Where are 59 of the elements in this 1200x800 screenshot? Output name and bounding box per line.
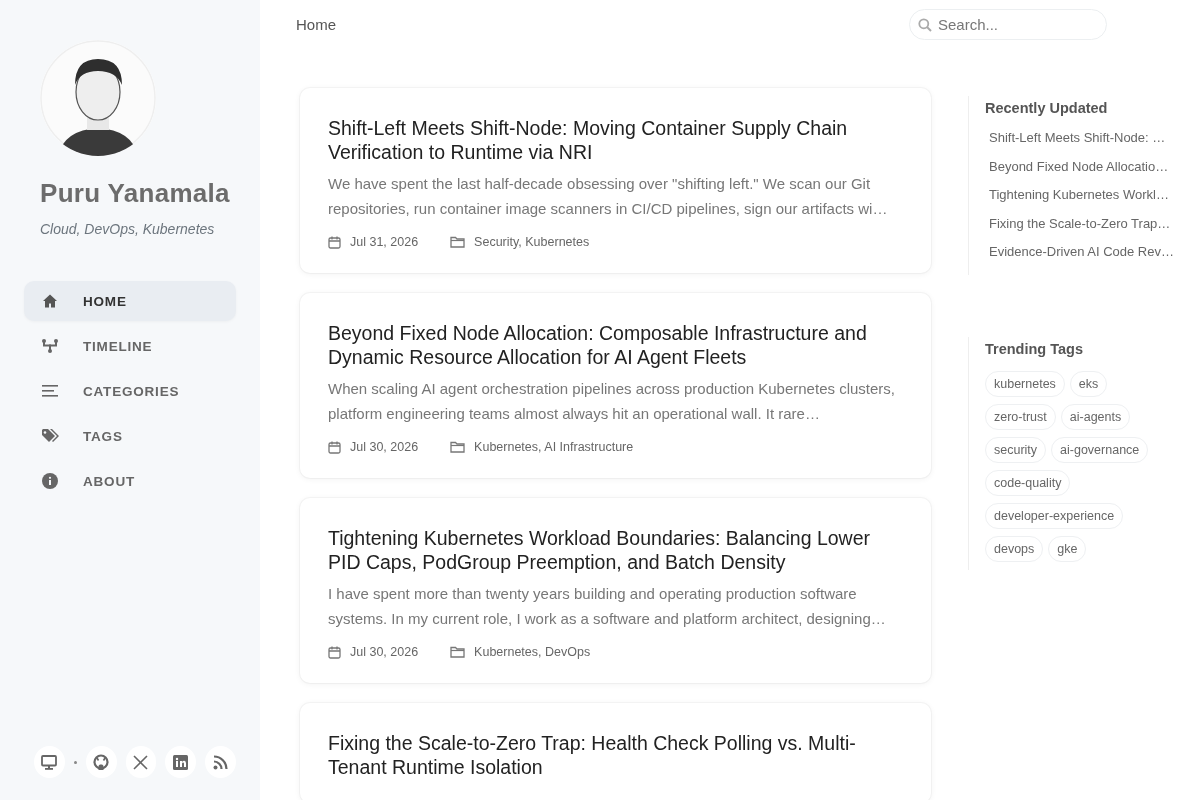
home-icon: [42, 293, 58, 309]
profile-logo-icon: [173, 754, 189, 770]
site-subtitle: Cloud, DevOps, Kubernetes: [40, 221, 215, 237]
post-date: Jul 30, 2026: [350, 645, 419, 659]
post-date: Jul 30, 2026: [350, 440, 419, 454]
monitor-icon: [41, 754, 58, 770]
tag-chip[interactable]: code-quality: [985, 469, 1071, 496]
post-title[interactable]: Tightening Kubernetes Workload Boundaries: Balancing Lower PID Caps, PodGroup Preemption, and Batch Density: [328, 526, 903, 574]
branch-icon: [41, 338, 59, 354]
tag-chip[interactable]: kubernetes: [985, 370, 1065, 397]
calendar-icon: [328, 645, 341, 659]
info-icon: [42, 473, 58, 489]
nav-item[interactable]: CATEGORIES: [24, 371, 236, 411]
nav-item[interactable]: HOME: [24, 281, 236, 321]
post-title[interactable]: Fixing the Scale-to-Zero Trap: Health Check Polling vs. Multi-Tenant Runtime Isolation: [328, 731, 903, 779]
breadcrumb[interactable]: Home: [296, 15, 336, 33]
site-title[interactable]: Puru Yanamala: [40, 178, 230, 209]
panel-heading: Recently Updated: [985, 100, 1109, 116]
x-link[interactable]: [125, 746, 157, 778]
tag-chip[interactable]: devops: [985, 535, 1044, 562]
folder-icon: [450, 441, 466, 453]
folder-icon: [450, 236, 466, 248]
post-categories[interactable]: Kubernetes, DevOps: [474, 645, 591, 659]
tag-chip[interactable]: developer-experience: [985, 502, 1124, 529]
recent-post-link[interactable]: Evidence-Driven AI Code Rev…: [985, 238, 1174, 267]
post-excerpt: When scaling AI agent orchestration pipelines across production Kubernetes clusters, platform engineering teams almost always hit an operational wall. It rare…: [328, 379, 896, 424]
search-field[interactable]: Search...: [909, 8, 1107, 40]
rss-icon: [213, 754, 229, 770]
post-excerpt: I have spent more than twenty years building and operating production software systems. In my current role, I work as a software and platform architect, designing…: [328, 584, 887, 629]
post-date: Jul 31, 2026: [350, 235, 419, 249]
nav-item[interactable]: TAGS: [24, 416, 236, 456]
post-title[interactable]: Shift-Left Meets Shift-Node: Moving Container Supply Chain Verification to Runtime via NRI: [328, 116, 903, 164]
calendar-icon: [328, 440, 341, 454]
calendar-icon: [328, 235, 341, 249]
nav-item[interactable]: TIMELINE: [24, 326, 236, 366]
cross-logo-icon: [133, 754, 149, 770]
post-title[interactable]: Beyond Fixed Node Allocation: Composable Infrastructure and Dynamic Resource Allocation for AI Agent Fleets: [328, 321, 903, 369]
post-categories[interactable]: Kubernetes, AI Infrastructure: [474, 440, 634, 454]
tag-chip[interactable]: ai-agents: [1060, 403, 1131, 430]
github-link[interactable]: [85, 746, 117, 778]
tags-icon: [41, 428, 59, 444]
rss-link[interactable]: [205, 746, 237, 778]
recent-post-link[interactable]: Tightening Kubernetes Workl…: [985, 181, 1169, 210]
theme-toggle-button[interactable]: [34, 746, 65, 778]
post-excerpt: We have spent the last half-decade obsessing over "shifting left." We scan our Git repositories, run container image scanners in CI/CD pipelines, sign our artifacts wi…: [328, 174, 889, 219]
tag-chip[interactable]: zero-trust: [985, 403, 1056, 430]
tag-chip[interactable]: ai-governance: [1051, 436, 1149, 463]
tag-chip[interactable]: security: [985, 436, 1047, 463]
panel-heading: Trending Tags: [985, 340, 1085, 357]
folder-icon: [450, 646, 466, 658]
recent-post-link[interactable]: Beyond Fixed Node Allocatio…: [985, 152, 1169, 181]
recent-post-link[interactable]: Shift-Left Meets Shift-Node: …: [985, 124, 1166, 153]
tag-chip[interactable]: eks: [1069, 370, 1108, 397]
nav-item[interactable]: ABOUT: [24, 461, 236, 501]
tag-chip[interactable]: gke: [1048, 535, 1087, 562]
post-categories[interactable]: Security, Kubernetes: [474, 235, 590, 249]
linkedin-link[interactable]: [165, 746, 197, 778]
list-icon: [42, 384, 58, 398]
recent-post-link[interactable]: Fixing the Scale-to-Zero Trap…: [985, 209, 1171, 238]
